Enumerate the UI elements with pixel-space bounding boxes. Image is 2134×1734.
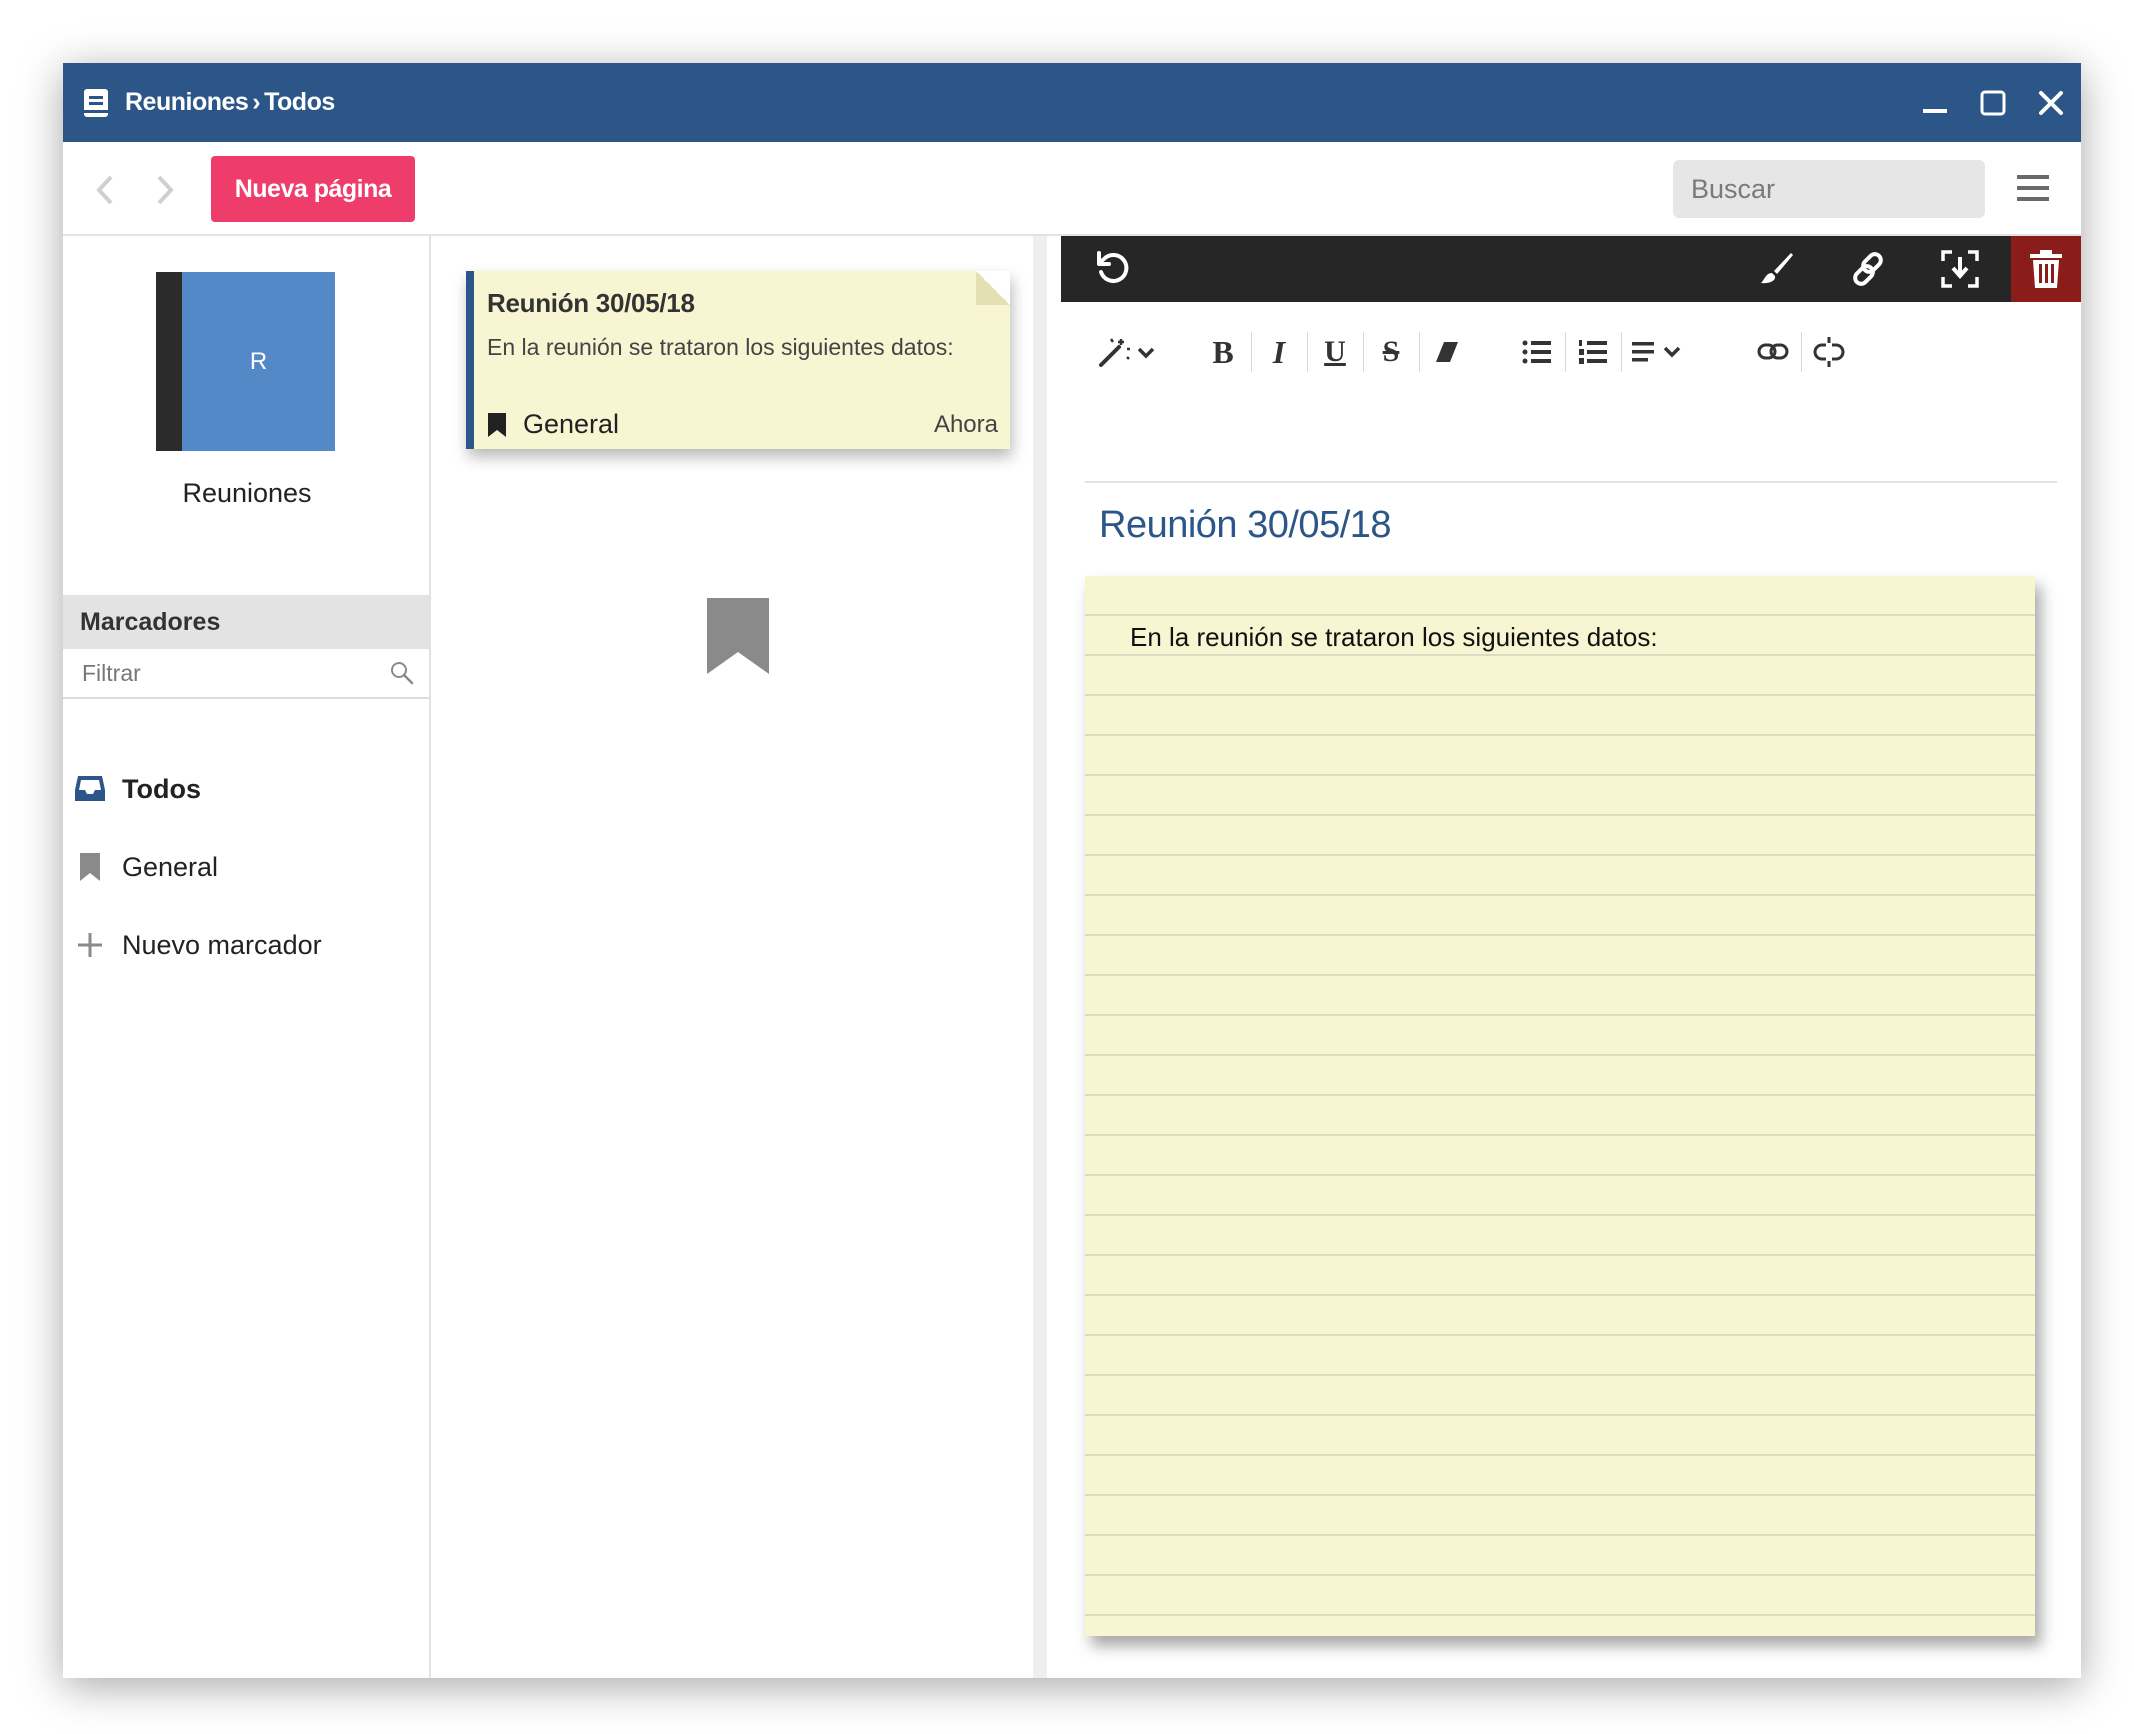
- editor-pane: B I U S Reunión 30/05/18 En la reunión s…: [1061, 236, 2081, 1678]
- maximize-button[interactable]: [1977, 87, 2009, 119]
- note-card-bookmark: General: [487, 409, 619, 440]
- breadcrumb-current: Todos: [264, 88, 335, 116]
- chevron-left-icon: [96, 175, 113, 205]
- align-dropdown[interactable]: [1631, 330, 1691, 374]
- sidebar: R Reuniones Marcadores Todos General Nue…: [63, 236, 431, 1678]
- toolbar-divider: [1363, 332, 1364, 372]
- style-brush-button[interactable]: [1743, 236, 1809, 302]
- toolbar-divider: [1419, 332, 1420, 372]
- eraser-icon: [1436, 342, 1458, 362]
- sidebar-item-todos[interactable]: Todos: [63, 759, 429, 819]
- align-left-icon: [1632, 342, 1681, 362]
- title-bar: Reuniones › Todos: [63, 63, 2081, 142]
- note-card[interactable]: Reunión 30/05/18 En la reunión se tratar…: [466, 271, 1010, 449]
- main-toolbar: Nueva página: [63, 142, 2081, 236]
- notebook-name: Reuniones: [182, 478, 312, 508]
- note-body-editor[interactable]: En la reunión se trataron los siguientes…: [1085, 576, 2035, 1636]
- notebook-cover[interactable]: R: [156, 272, 335, 451]
- toolbar-divider: [1801, 332, 1802, 372]
- bullet-list-button[interactable]: [1519, 330, 1555, 374]
- toolbar-divider: [1621, 332, 1622, 372]
- strikethrough-button[interactable]: S: [1373, 330, 1409, 374]
- filter-input[interactable]: [63, 649, 389, 697]
- underline-button[interactable]: U: [1317, 330, 1353, 374]
- sidebar-item-general[interactable]: General: [63, 837, 429, 897]
- back-button[interactable]: [91, 174, 119, 206]
- format-toolbar: B I U S: [1061, 302, 2081, 402]
- note-body-text[interactable]: En la reunión se trataron los siguientes…: [1130, 622, 1658, 653]
- bullet-list-icon: [1522, 340, 1551, 364]
- sidebar-item-label: Todos: [122, 773, 201, 804]
- hamburger-menu-icon[interactable]: [2015, 170, 2051, 206]
- breadcrumb-separator: ›: [252, 88, 261, 116]
- note-card-bookmark-label: General: [523, 409, 620, 439]
- window-controls: [1919, 63, 2067, 142]
- notebook-initial: R: [182, 272, 335, 451]
- note-card-title: Reunión 30/05/18: [487, 288, 695, 318]
- notebook-app-icon: [84, 88, 108, 117]
- note-card-time: Ahora: [933, 411, 998, 438]
- close-button[interactable]: [2035, 87, 2067, 119]
- plus-icon: [73, 928, 107, 962]
- note-card-snippet: En la reunión se trataron los siguientes…: [487, 334, 954, 360]
- breadcrumb-root: Reuniones: [125, 88, 249, 116]
- sidebar-item-label: Nuevo marcador: [122, 929, 322, 960]
- close-icon: [2039, 90, 2063, 115]
- bookmark-placeholder-icon: [707, 598, 769, 674]
- search-input[interactable]: [1673, 160, 2045, 218]
- toolbar-divider: [1251, 332, 1252, 372]
- bookmark-icon: [488, 412, 506, 437]
- new-page-button[interactable]: Nueva página: [211, 156, 415, 222]
- page-fold-corner: [976, 271, 1010, 305]
- trash-icon: [2030, 250, 2062, 288]
- editor-topbar: [1061, 236, 2081, 302]
- minimize-icon: [1923, 108, 1947, 113]
- note-title[interactable]: Reunión 30/05/18: [1099, 504, 1392, 547]
- clear-format-button[interactable]: [1429, 330, 1465, 374]
- export-button[interactable]: [1927, 236, 1993, 302]
- unlink-icon: [1813, 337, 1845, 367]
- toolbar-bottom-divider: [1085, 481, 2057, 483]
- paint-brush-icon: [1761, 253, 1793, 284]
- bookmark-icon: [73, 850, 107, 884]
- sidebar-item-new-bookmark[interactable]: Nuevo marcador: [63, 915, 429, 975]
- insert-link-button[interactable]: [1755, 330, 1791, 374]
- magic-wand-icon: [1099, 338, 1155, 367]
- minimize-button[interactable]: [1919, 87, 1951, 119]
- notebook-spine: [156, 272, 182, 451]
- note-list: Reunión 30/05/18 En la reunión se tratar…: [433, 236, 1047, 1678]
- chevron-right-icon: [157, 175, 174, 205]
- window-title: Reuniones › Todos: [125, 88, 335, 117]
- bold-button[interactable]: B: [1205, 330, 1241, 374]
- undo-button[interactable]: [1081, 236, 1147, 302]
- italic-button[interactable]: I: [1261, 330, 1297, 374]
- undo-icon: [1097, 251, 1129, 283]
- app-window: Reuniones › Todos Nueva página Buscar R …: [63, 63, 2081, 1678]
- remove-link-button[interactable]: [1811, 330, 1847, 374]
- forward-button[interactable]: [151, 174, 179, 206]
- sidebar-item-label: General: [122, 851, 219, 882]
- numbered-list-icon: [1579, 340, 1607, 364]
- filter-search-icon: [391, 662, 414, 685]
- inbox-icon: [73, 772, 107, 806]
- link-note-button[interactable]: [1835, 236, 1901, 302]
- download-frame-icon: [1941, 250, 1979, 288]
- magic-format-dropdown[interactable]: [1097, 330, 1159, 374]
- delete-button[interactable]: [2011, 236, 2081, 302]
- link-icon: [1853, 252, 1883, 286]
- search-box: [1673, 160, 2045, 218]
- bookmarks-header: Marcadores: [63, 595, 429, 649]
- maximize-icon: [1980, 90, 2006, 115]
- bookmark-filter: [63, 649, 429, 699]
- toolbar-divider: [1307, 332, 1308, 372]
- numbered-list-button[interactable]: [1575, 330, 1611, 374]
- chain-link-icon: [1757, 343, 1789, 360]
- toolbar-divider: [1565, 332, 1566, 372]
